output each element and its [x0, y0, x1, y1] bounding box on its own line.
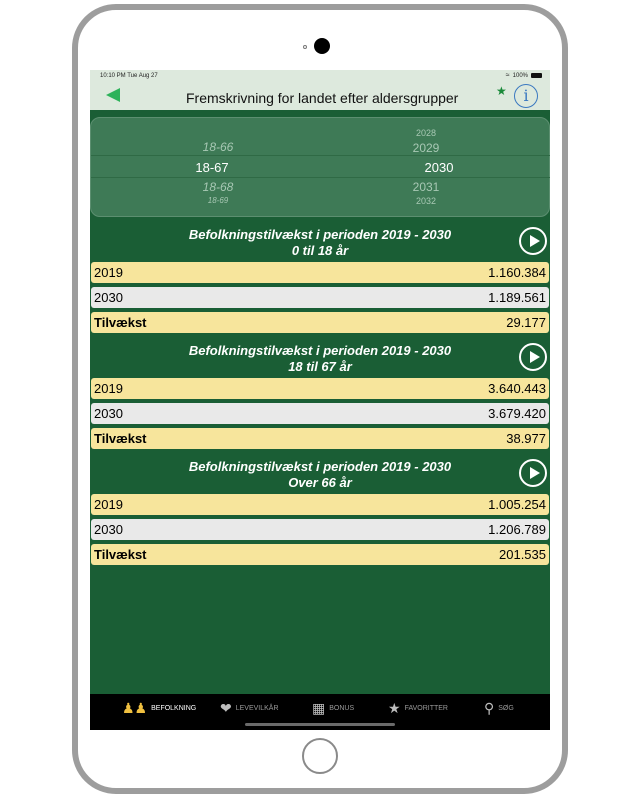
section-subtitle: Over 66 år	[288, 475, 352, 490]
picker-age-selected[interactable]: 18-67	[177, 160, 247, 175]
row-value: 1.189.561	[488, 290, 546, 305]
tab-label: BONUS	[329, 705, 355, 712]
home-button[interactable]	[302, 738, 338, 774]
tab-label: LEVEVILKÅR	[235, 705, 279, 712]
picker-selection-band	[91, 155, 550, 178]
table-row: 2019 1.160.384	[91, 262, 549, 283]
section-0-18: Befolkningstilvækst i perioden 2019 - 20…	[90, 220, 550, 337]
section-over-66: Befolkningstilvækst i perioden 2019 - 20…	[90, 452, 550, 569]
tab-bar: ♟♟ BEFOLKNING ❤ LEVEVILKÅR ▦ BONUS ★ FAV…	[90, 694, 550, 730]
row-label: Tilvækst	[94, 315, 147, 330]
row-value: 29.177	[506, 315, 546, 330]
section-subtitle: 18 til 67 år	[288, 359, 352, 374]
table-row-total: Tilvækst 29.177	[91, 312, 549, 333]
battery-icon	[531, 73, 542, 78]
back-arrow-icon[interactable]	[106, 88, 120, 102]
section-header: Befolkningstilvækst i perioden 2019 - 20…	[90, 220, 550, 262]
row-label: 2019	[94, 497, 123, 512]
info-icon[interactable]: i	[514, 84, 538, 108]
age-year-picker[interactable]: 18-65 18-66 18-67 18-68 18-69 2028 2029 …	[90, 117, 550, 217]
row-label: 2030	[94, 290, 123, 305]
battery-percent: 100%	[512, 72, 528, 79]
status-right: ≈ 100%	[506, 72, 542, 79]
play-icon[interactable]	[519, 343, 547, 371]
table-row-total: Tilvækst 38.977	[91, 428, 549, 449]
row-label: 2030	[94, 406, 123, 421]
table-row: 2019 1.005.254	[91, 494, 549, 515]
row-value: 1.160.384	[488, 265, 546, 280]
table-row: 2030 1.206.789	[91, 519, 549, 540]
tab-befolkning[interactable]: ♟♟ BEFOLKNING	[122, 700, 196, 717]
row-label: Tilvækst	[94, 431, 147, 446]
row-value: 38.977	[506, 431, 546, 446]
table-row: 2030 1.189.561	[91, 287, 549, 308]
section-subtitle: 0 til 18 år	[291, 243, 349, 258]
section-header: Befolkningstilvækst i perioden 2019 - 20…	[90, 452, 550, 494]
row-value: 1.206.789	[488, 522, 546, 537]
section-header: Befolkningstilvækst i perioden 2019 - 20…	[90, 336, 550, 378]
section-18-67: Befolkningstilvækst i perioden 2019 - 20…	[90, 336, 550, 453]
row-label: 2030	[94, 522, 123, 537]
people-icon: ♟♟	[122, 700, 148, 716]
picker-year-selected[interactable]: 2030	[404, 160, 474, 175]
tab-label: BEFOLKNING	[151, 705, 197, 712]
home-indicator	[245, 723, 395, 726]
status-time: 10:10 PM Tue Aug 27	[100, 73, 158, 79]
section-title: Befolkningstilvækst i perioden 2019 - 20…	[188, 227, 452, 242]
tab-bonus[interactable]: ▦ BONUS	[312, 700, 354, 717]
picker-year-above2[interactable]: 2028	[391, 128, 461, 138]
row-value: 201.535	[499, 547, 546, 562]
section-title: Befolkningstilvækst i perioden 2019 - 20…	[188, 343, 452, 358]
picker-age-above1[interactable]: 18-66	[183, 140, 253, 154]
picker-age-below2[interactable]: 18-69	[183, 196, 253, 204]
play-icon[interactable]	[519, 227, 547, 255]
picker-year-below2[interactable]: 2032	[391, 196, 461, 204]
row-label: Tilvækst	[94, 547, 147, 562]
picker-age-below1[interactable]: 18-68	[183, 180, 253, 194]
section-title: Befolkningstilvækst i perioden 2019 - 20…	[188, 459, 452, 474]
picker-year-below1[interactable]: 2031	[391, 180, 461, 194]
navigation-bar: 10:10 PM Tue Aug 27 ≈ 100% Fremskrivning…	[90, 70, 550, 110]
table-row: 2019 3.640.443	[91, 378, 549, 399]
page-title: Fremskrivning for landet efter aldersgru…	[186, 90, 459, 106]
favorite-star-icon[interactable]: ★	[496, 84, 507, 98]
tab-levevilkar[interactable]: ❤ LEVEVILKÅR	[220, 700, 279, 717]
wifi-icon: ≈	[505, 72, 510, 79]
row-value: 1.005.254	[488, 497, 546, 512]
tab-label: SØG	[498, 705, 514, 712]
row-label: 2019	[94, 381, 123, 396]
tab-favoritter[interactable]: ★ FAVORITTER	[388, 700, 448, 717]
table-row: 2030 3.679.420	[91, 403, 549, 424]
tab-label: FAVORITTER	[404, 705, 448, 712]
hand-heart-icon: ❤	[220, 700, 232, 716]
search-icon: ⚲	[484, 700, 495, 716]
app-screen: 10:10 PM Tue Aug 27 ≈ 100% Fremskrivning…	[90, 70, 550, 730]
camera	[314, 38, 330, 54]
row-label: 2019	[94, 265, 123, 280]
row-value: 3.640.443	[488, 381, 546, 396]
star-icon: ★	[388, 700, 401, 716]
row-value: 3.679.420	[488, 406, 546, 421]
sensor-dot	[303, 45, 307, 49]
picker-year-above1[interactable]: 2029	[391, 141, 461, 155]
gift-icon: ▦	[312, 700, 326, 716]
play-icon[interactable]	[519, 459, 547, 487]
table-row-total: Tilvækst 201.535	[91, 544, 549, 565]
tab-sog[interactable]: ⚲ SØG	[484, 700, 514, 717]
